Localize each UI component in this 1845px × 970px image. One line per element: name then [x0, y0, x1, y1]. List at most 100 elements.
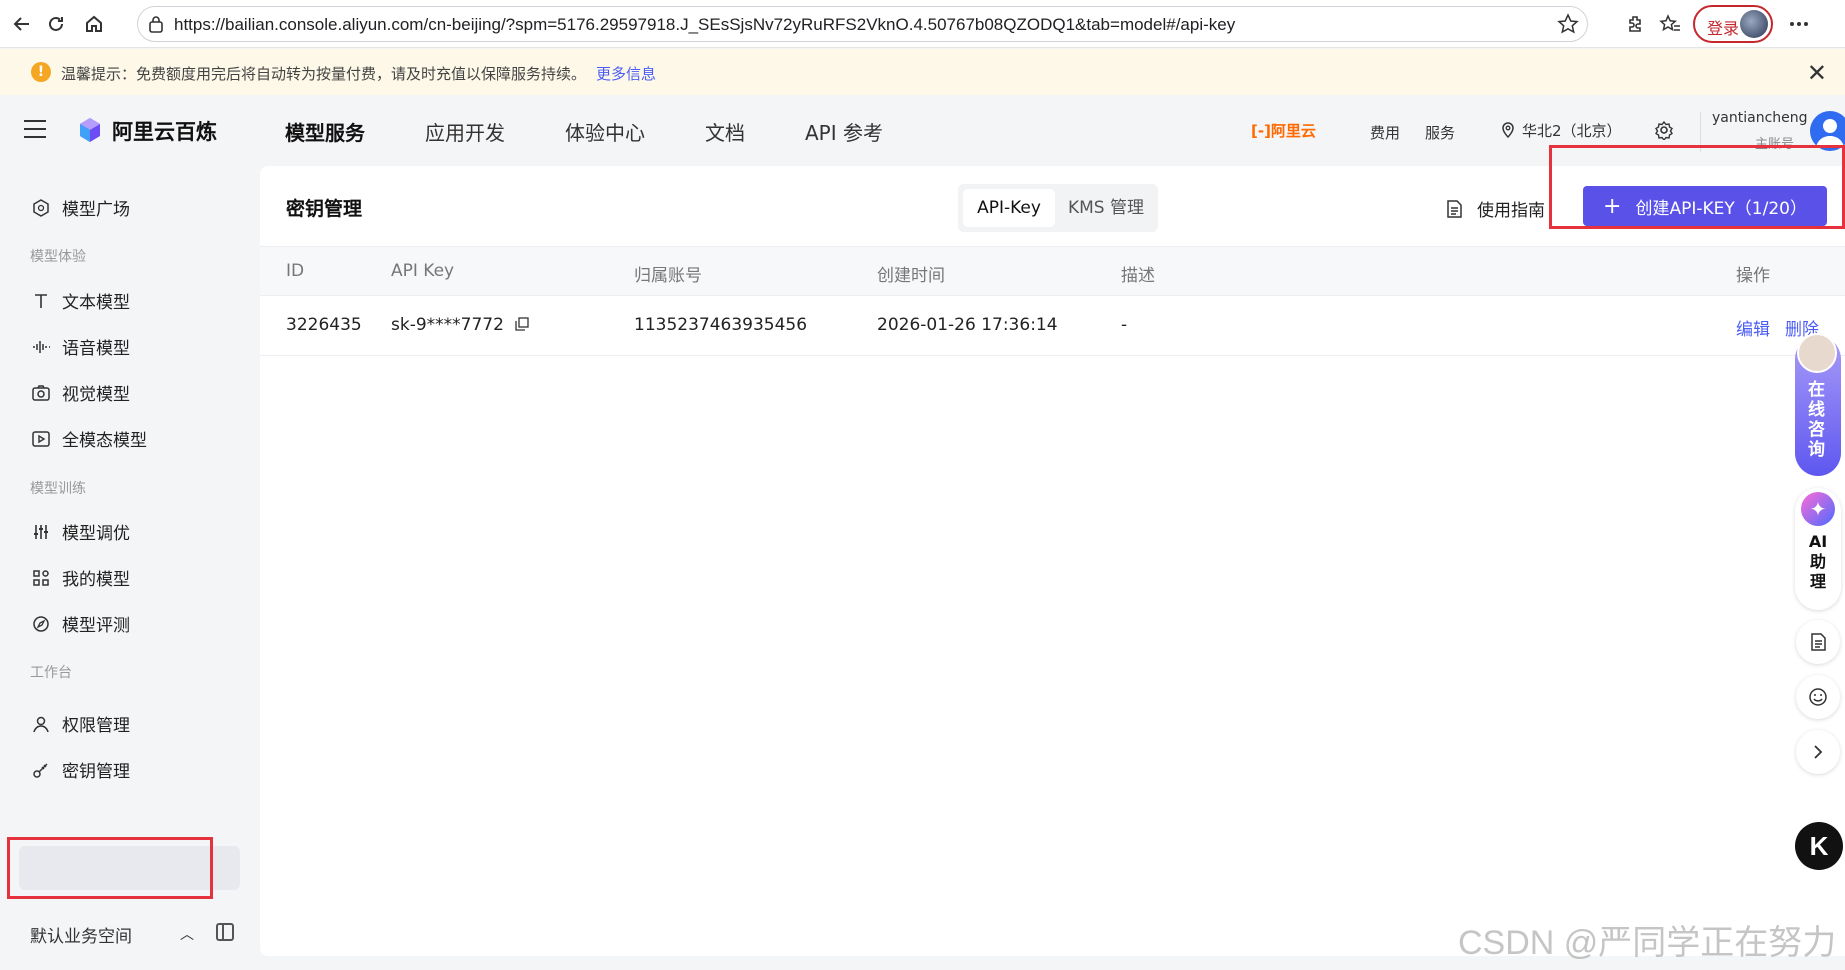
home-icon[interactable] [80, 10, 108, 38]
online-consult-label: 在线咨询 [1808, 380, 1825, 460]
sidebar-item-label: 全模态模型 [62, 431, 147, 451]
location-pin-icon [1502, 122, 1514, 139]
notice-bar: ! 温馨提示：免费额度用完后将自动转为按量付费，请及时充值以保障服务持续。 更多信… [0, 49, 1845, 95]
close-icon[interactable]: ✕ [1807, 59, 1827, 87]
sidebar-item-label: 我的模型 [62, 570, 130, 590]
back-arrow-icon[interactable] [8, 10, 36, 38]
settings-gear-icon[interactable] [1654, 120, 1674, 144]
chevron-right-icon[interactable] [1796, 730, 1840, 774]
sidebar-item-label: 权限管理 [62, 716, 130, 736]
username[interactable]: yantiancheng [1712, 110, 1808, 126]
region-selector[interactable]: 华北2（北京） [1500, 120, 1622, 141]
nav-app-dev[interactable]: 应用开发 [425, 117, 505, 146]
text-t-icon [30, 290, 52, 312]
watermark: CSDN @严同学正在努力 [1458, 924, 1837, 962]
nav-docs[interactable]: 文档 [705, 117, 745, 146]
usage-guide-label: 使用指南 [1477, 201, 1545, 221]
sidebar-item-model-tuning[interactable]: 模型调优 [30, 519, 130, 544]
sidebar-item-key-management[interactable]: 密钥管理 [30, 757, 130, 782]
notice-message: 温馨提示：免费额度用完后将自动转为按量付费，请及时充值以保障服务持续。 [61, 65, 587, 83]
tab-switcher: API-Key KMS 管理 [958, 184, 1158, 232]
k-badge-icon[interactable]: K [1795, 822, 1843, 870]
sidebar-item-omni-model[interactable]: 全模态模型 [30, 426, 147, 451]
sidebar-item-vision-model[interactable]: 视觉模型 [30, 380, 130, 405]
sidebar-item-label: 模型广场 [62, 200, 130, 220]
cell-created: 2026-01-26 17:36:14 [877, 315, 1058, 335]
sidebar-item-label: 模型调优 [62, 524, 130, 544]
usage-guide-link[interactable]: 使用指南 [1445, 196, 1545, 221]
tab-kms[interactable]: KMS 管理 [1058, 189, 1154, 227]
sidebar-item-text-model[interactable]: 文本模型 [30, 288, 130, 313]
collapse-sidebar-icon[interactable] [216, 923, 234, 941]
fees-link[interactable]: 费用 [1370, 122, 1400, 143]
warning-icon: ! [31, 62, 51, 82]
waveform-icon [30, 336, 52, 358]
sidebar-item-label: 密钥管理 [62, 762, 130, 782]
sidebar-item-my-models[interactable]: 我的模型 [30, 565, 130, 590]
aliyun-logo[interactable]: [-]阿里云 [1251, 120, 1316, 141]
cell-id: 3226435 [286, 315, 362, 335]
profile-avatar [1740, 10, 1768, 38]
browser-toolbar: https://bailian.console.aliyun.com/cn-be… [0, 0, 1845, 48]
sidebar-item-permissions[interactable]: 权限管理 [30, 711, 130, 736]
cell-desc: - [1121, 315, 1128, 335]
sliders-icon [30, 521, 52, 543]
highlight-box-create [1549, 145, 1845, 229]
document-icon [1447, 199, 1462, 218]
highlight-box-sidebar [7, 837, 213, 899]
feedback-smiley-icon[interactable] [1796, 675, 1840, 719]
sidebar-item-label: 视觉模型 [62, 385, 130, 405]
favorites-icon[interactable] [1656, 10, 1684, 38]
column-account: 归属账号 [634, 266, 702, 286]
section-model-training: 模型训练 [30, 481, 86, 497]
column-api-key: API Key [391, 261, 455, 281]
column-id: ID [286, 261, 305, 281]
nav-api-reference[interactable]: API 参考 [805, 117, 883, 146]
media-play-icon [30, 428, 52, 450]
more-info-link[interactable]: 更多信息 [596, 65, 656, 83]
reload-icon[interactable] [42, 10, 70, 38]
sidebar: 模型广场 模型体验 文本模型 语音模型 视觉模型 全模态模型 模型训练 模型调优… [0, 166, 260, 970]
menu-toggle-icon[interactable] [24, 120, 46, 138]
sidebar-item-label: 模型评测 [62, 616, 130, 636]
nav-model-service[interactable]: 模型服务 [285, 117, 365, 146]
brand-name[interactable]: 阿里云百炼 [112, 116, 217, 146]
nav-experience-center[interactable]: 体验中心 [565, 117, 645, 146]
favorite-star-icon[interactable] [1557, 13, 1579, 39]
sidebar-item-model-square[interactable]: 模型广场 [30, 195, 130, 220]
browser-login-button[interactable]: 登录 [1693, 5, 1773, 43]
tab-api-key[interactable]: API-Key [963, 189, 1055, 227]
page-title: 密钥管理 [286, 198, 363, 220]
column-created: 创建时间 [877, 266, 945, 286]
camera-icon [30, 382, 52, 404]
notice-text: 温馨提示：免费额度用完后将自动转为按量付费，请及时充值以保障服务持续。 更多信息 [61, 63, 656, 84]
chevron-up-icon[interactable]: ︿ [180, 924, 194, 944]
region-label: 华北2（北京） [1522, 122, 1622, 140]
grid-icon [30, 567, 52, 589]
cell-account: 1135237463935456 [634, 315, 808, 335]
address-bar[interactable]: https://bailian.console.aliyun.com/cn-be… [137, 6, 1588, 42]
more-menu-icon[interactable] [1785, 10, 1813, 38]
ai-assistant-label: AI助理 [1808, 532, 1828, 591]
key-icon [30, 759, 52, 781]
sidebar-item-voice-model[interactable]: 语音模型 [30, 334, 130, 359]
sidebar-item-model-eval[interactable]: 模型评测 [30, 611, 130, 636]
column-actions: 操作 [1736, 266, 1770, 286]
login-label: 登录 [1707, 19, 1740, 38]
compass-icon [30, 613, 52, 635]
url-text: https://bailian.console.aliyun.com/cn-be… [174, 15, 1236, 34]
edit-link[interactable]: 编辑 [1736, 315, 1770, 340]
user-icon [30, 713, 52, 735]
consultant-avatar [1797, 333, 1837, 373]
document-float-icon[interactable] [1796, 620, 1840, 664]
main-panel: 密钥管理 API-Key KMS 管理 使用指南 + 创建API-KEY（1/2… [260, 145, 1845, 956]
sidebar-item-label: 文本模型 [62, 293, 130, 313]
sidebar-item-label: 语音模型 [62, 339, 130, 359]
service-link[interactable]: 服务 [1425, 122, 1455, 143]
workspace-selector[interactable]: 默认业务空间 [30, 922, 132, 947]
extensions-icon[interactable] [1622, 10, 1650, 38]
column-desc: 描述 [1121, 266, 1155, 286]
bailian-logo-icon [76, 116, 104, 144]
copy-icon[interactable] [515, 317, 529, 331]
cell-api-key: sk-9****7772 [391, 315, 529, 335]
